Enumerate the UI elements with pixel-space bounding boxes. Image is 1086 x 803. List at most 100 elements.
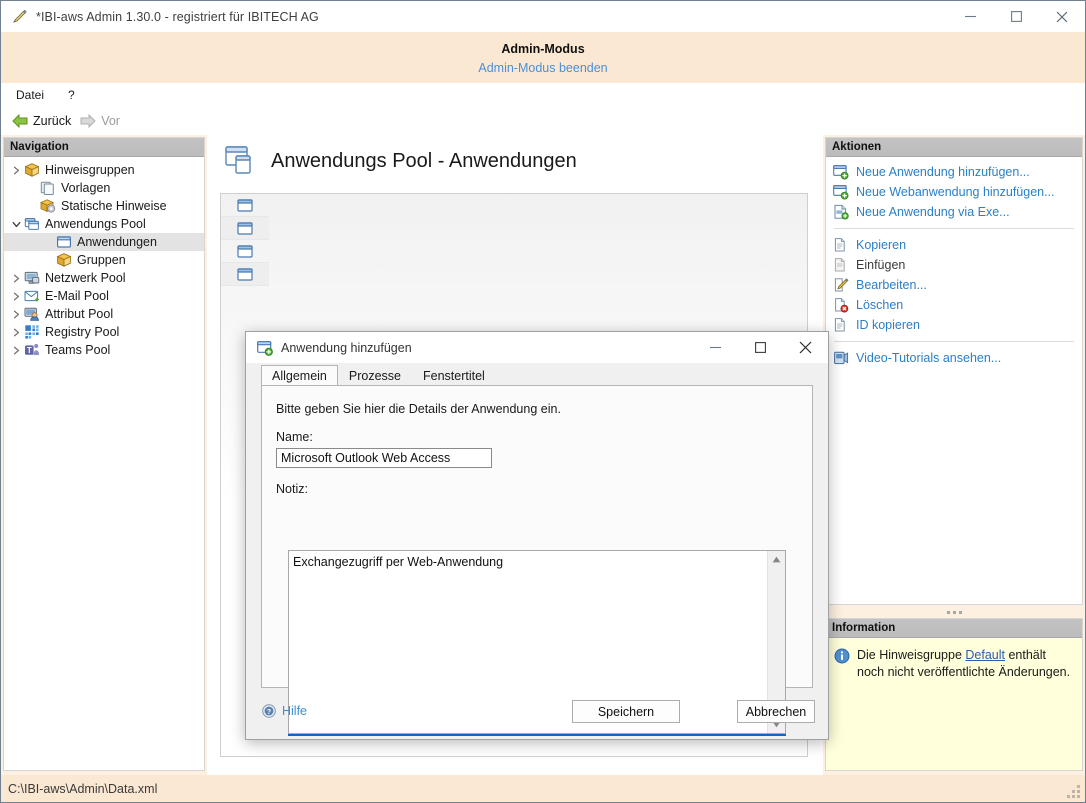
information-panel-header: Information: [826, 619, 1082, 638]
sidebar-item-vorlagen[interactable]: Vorlagen: [4, 179, 204, 197]
info-icon: [834, 648, 850, 664]
svg-text:T: T: [27, 346, 32, 355]
chevron-right-icon[interactable]: [8, 288, 24, 304]
sidebar-item-statische-hinweise[interactable]: Statische Hinweise: [4, 197, 204, 215]
tab-fenstertitel[interactable]: Fenstertitel: [412, 365, 496, 386]
action-item-l-schen[interactable]: Löschen: [826, 295, 1082, 315]
sidebar-item-anwendungen[interactable]: Anwendungen: [4, 233, 204, 251]
exe-add-icon: [833, 204, 849, 220]
dialog-tab-panel: Bitte geben Sie hier die Details der Anw…: [261, 385, 813, 736]
action-item-bearbeiten[interactable]: Bearbeiten...: [826, 275, 1082, 295]
tab-allgemein[interactable]: Allgemein: [261, 365, 338, 386]
templates-icon: [40, 180, 56, 196]
action-item-kopieren[interactable]: Kopieren: [826, 235, 1082, 255]
action-item-neue-anwendung-hinzuf-gen[interactable]: Neue Anwendung hinzufügen...: [826, 162, 1082, 182]
box-yellow-icon: [24, 162, 40, 178]
action-item-label: ID kopieren: [856, 318, 920, 332]
window-icon: [237, 267, 253, 281]
window-add-icon: [257, 340, 273, 356]
dialog-footer: ? Hilfe Speichern Abbrechen: [246, 692, 828, 739]
action-item-label: Neue Anwendung via Exe...: [856, 205, 1010, 219]
dialog-minimize-icon[interactable]: [693, 332, 738, 363]
edit-pencil-icon: [833, 277, 849, 293]
chevron-right-icon[interactable]: [8, 162, 24, 178]
sidebar-item-teams-pool[interactable]: T Teams Pool: [4, 341, 204, 359]
application-row[interactable]: [221, 263, 269, 286]
window-icon: [237, 198, 253, 212]
forward-button-label: Vor: [101, 114, 120, 128]
chevron-right-icon: [24, 180, 40, 196]
tab-prozesse[interactable]: Prozesse: [338, 365, 412, 386]
sidebar-item-netzwerk-pool[interactable]: Netzwerk Pool: [4, 269, 204, 287]
application-window: *IBI-aws Admin 1.30.0 - registriert für …: [0, 0, 1086, 803]
sidebar-item-registry-pool[interactable]: Registry Pool: [4, 323, 204, 341]
sidebar-item-anwendungs-pool[interactable]: Anwendungs Pool: [4, 215, 204, 233]
window-titlebar: *IBI-aws Admin 1.30.0 - registriert für …: [1, 1, 1085, 32]
action-separator: [834, 341, 1074, 342]
close-icon[interactable]: [1039, 1, 1085, 32]
grid-blue-icon: [24, 324, 40, 340]
menu-item-datei[interactable]: Datei: [7, 85, 53, 105]
help-link[interactable]: ? Hilfe: [262, 704, 307, 718]
name-input[interactable]: [276, 448, 492, 468]
sidebar-item-hinweisgruppen[interactable]: Hinweisgruppen: [4, 161, 204, 179]
teams-icon: T: [24, 342, 40, 358]
navigation-panel: Navigation Hinweisgruppen Vorlagen Statisc…: [3, 137, 205, 771]
monitor-icon: [24, 270, 40, 286]
arrow-left-icon: [11, 113, 29, 129]
sidebar-item-label: E-Mail Pool: [45, 289, 109, 303]
application-row[interactable]: [221, 194, 269, 217]
resize-grip-icon[interactable]: [1066, 784, 1080, 798]
action-separator: [834, 228, 1074, 229]
minimize-icon[interactable]: [947, 1, 993, 32]
maximize-icon[interactable]: [993, 1, 1039, 32]
chevron-right-icon[interactable]: [8, 270, 24, 286]
sidebar-item-attribut-pool[interactable]: Attribut Pool: [4, 305, 204, 323]
box-gear-icon: [40, 198, 56, 214]
scroll-up-icon[interactable]: [768, 551, 785, 568]
paste-icon: [833, 257, 849, 273]
window-icon: [237, 221, 253, 235]
sidebar-item-e-mail-pool[interactable]: E-Mail Pool: [4, 287, 204, 305]
action-item-neue-webanwendung-hinzuf-gen[interactable]: Neue Webanwendung hinzufügen...: [826, 182, 1082, 202]
forward-button[interactable]: Vor: [77, 111, 126, 131]
panel-splitter[interactable]: [825, 606, 1083, 618]
dialog-window-controls: [693, 332, 828, 363]
chevron-right-icon[interactable]: [8, 342, 24, 358]
cancel-button[interactable]: Abbrechen: [737, 700, 815, 723]
chevron-right-icon[interactable]: [8, 324, 24, 340]
chevron-down-icon[interactable]: [8, 216, 24, 232]
menu-bar: Datei ?: [1, 83, 1085, 107]
information-panel: Information Die Hinweisgruppe Default en…: [825, 618, 1083, 771]
sidebar-item-label: Teams Pool: [45, 343, 111, 357]
add-application-dialog: Anwendung hinzufügen Allgemein Prozesse Fe…: [245, 331, 829, 740]
navigation-tree: Hinweisgruppen Vorlagen Statische Hinweise…: [4, 157, 204, 359]
action-item-neue-anwendung-via-exe[interactable]: Neue Anwendung via Exe...: [826, 202, 1082, 222]
window-add-icon: [833, 164, 849, 180]
dialog-close-icon[interactable]: [783, 332, 828, 363]
actions-panel-header: Aktionen: [826, 138, 1082, 157]
action-item-einf-gen[interactable]: Einfügen: [826, 255, 1082, 275]
windows-stack-icon: [24, 216, 40, 232]
application-row[interactable]: [221, 217, 269, 240]
action-item-id-kopieren[interactable]: ID kopieren: [826, 315, 1082, 335]
chevron-right-icon: [40, 234, 56, 250]
save-button[interactable]: Speichern: [572, 700, 680, 723]
information-link[interactable]: Default: [965, 648, 1005, 662]
actions-panel: Aktionen Neue Anwendung hinzufügen... Neu…: [825, 137, 1083, 605]
admin-mode-exit-link[interactable]: Admin-Modus beenden: [1, 61, 1085, 75]
back-button[interactable]: Zurück: [9, 111, 77, 131]
chevron-right-icon[interactable]: [8, 306, 24, 322]
sidebar-item-gruppen[interactable]: Gruppen: [4, 251, 204, 269]
sidebar-item-label: Attribut Pool: [45, 307, 114, 321]
dialog-hint-text: Bitte geben Sie hier die Details der Anw…: [276, 402, 561, 416]
svg-text:?: ?: [267, 709, 271, 716]
window-icon: [56, 234, 72, 250]
action-item-label: Löschen: [856, 298, 904, 312]
application-row[interactable]: [221, 240, 269, 263]
main-body: Navigation Hinweisgruppen Vorlagen Statisc…: [1, 135, 1085, 775]
action-item-video-tutorials-ansehen[interactable]: Video-Tutorials ansehen...: [826, 348, 1082, 368]
navigation-toolbar: Zurück Vor: [1, 107, 1085, 135]
menu-item-help[interactable]: ?: [59, 85, 84, 105]
dialog-maximize-icon[interactable]: [738, 332, 783, 363]
